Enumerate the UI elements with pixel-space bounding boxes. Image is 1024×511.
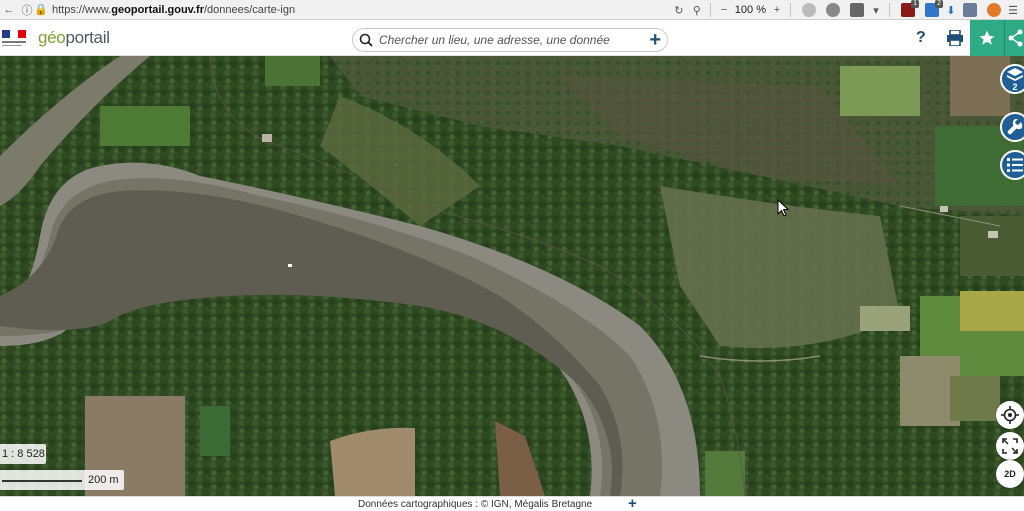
url-bar[interactable]: https://www.geoportail.gouv.fr/donnees/c… xyxy=(52,4,295,16)
geoportail-logo[interactable]: géoportail xyxy=(38,28,110,48)
clipboard-icon[interactable] xyxy=(850,3,864,17)
menu-icon[interactable]: ☰ xyxy=(1006,3,1020,17)
zoom-out-icon[interactable]: − xyxy=(717,3,731,17)
map-credits: Données cartographiques : © IGN, Mégalis… xyxy=(358,499,593,510)
shield-extension-icon[interactable]: 1 xyxy=(901,0,919,17)
legend-button[interactable] xyxy=(1000,150,1024,180)
tools-button[interactable] xyxy=(1000,112,1024,142)
scale-bar: 200 m xyxy=(0,470,124,490)
fullscreen-icon xyxy=(1002,438,1018,454)
layers-count: 2 xyxy=(1012,82,1017,91)
paw-icon[interactable] xyxy=(826,3,840,17)
search-input[interactable] xyxy=(379,33,629,47)
puzzle-icon[interactable] xyxy=(802,3,816,17)
back-icon[interactable]: ← xyxy=(2,3,16,17)
wrench-icon xyxy=(1007,119,1023,135)
favorite-button[interactable] xyxy=(970,20,1004,56)
photo-icon[interactable] xyxy=(963,3,977,17)
print-button[interactable] xyxy=(938,20,972,56)
addon-icon[interactable] xyxy=(987,3,1001,17)
extension-icon[interactable]: 2 xyxy=(925,0,943,17)
zoom-level[interactable]: 100 % xyxy=(731,4,770,16)
republique-francaise-logo xyxy=(2,30,26,46)
app-header: géoportail + ? xyxy=(0,20,1024,56)
layers-button[interactable]: 2 xyxy=(1000,64,1024,94)
advanced-search-plus-icon[interactable]: + xyxy=(649,30,661,50)
lock-icon: 🔒 xyxy=(34,4,48,16)
chevron-down-icon[interactable]: ▾ xyxy=(869,3,883,17)
scale-ratio: 1 : 8 528 xyxy=(0,444,46,464)
help-button[interactable]: ? xyxy=(916,29,926,47)
credits-expand-plus-icon[interactable]: + xyxy=(628,495,637,511)
download-icon[interactable]: ⬇ xyxy=(944,3,958,17)
geolocate-button[interactable] xyxy=(996,401,1024,429)
reload-icon[interactable]: ↻ xyxy=(672,3,686,17)
list-icon xyxy=(1007,158,1023,172)
scale-line xyxy=(2,480,82,482)
map-viewport[interactable]: 2 2D 1 : 8 528 200 m xyxy=(0,56,1024,496)
aerial-imagery[interactable] xyxy=(0,56,1024,496)
layers-icon: 2 xyxy=(1007,68,1023,91)
search-field-icon[interactable]: ⚲ xyxy=(690,3,704,17)
browser-toolbar: ← ⓘ 🔒 https://www.geoportail.gouv.fr/don… xyxy=(0,0,1024,20)
mouse-cursor-icon xyxy=(777,199,789,217)
info-icon[interactable]: ⓘ xyxy=(20,3,34,17)
view-mode-label: 2D xyxy=(1004,469,1016,479)
scale-distance: 200 m xyxy=(88,474,119,486)
fullscreen-button[interactable] xyxy=(996,432,1024,460)
share-icon xyxy=(1008,29,1022,47)
printer-icon xyxy=(947,30,963,46)
share-button[interactable] xyxy=(1004,20,1024,56)
view-2d-3d-toggle[interactable]: 2D xyxy=(996,460,1024,488)
search-icon[interactable] xyxy=(359,33,373,47)
target-icon xyxy=(1001,406,1019,424)
star-icon xyxy=(979,30,995,45)
footer: Données cartographiques : © IGN, Mégalis… xyxy=(0,495,1024,511)
zoom-in-icon[interactable]: + xyxy=(770,3,784,17)
search-bar: + xyxy=(352,28,668,52)
